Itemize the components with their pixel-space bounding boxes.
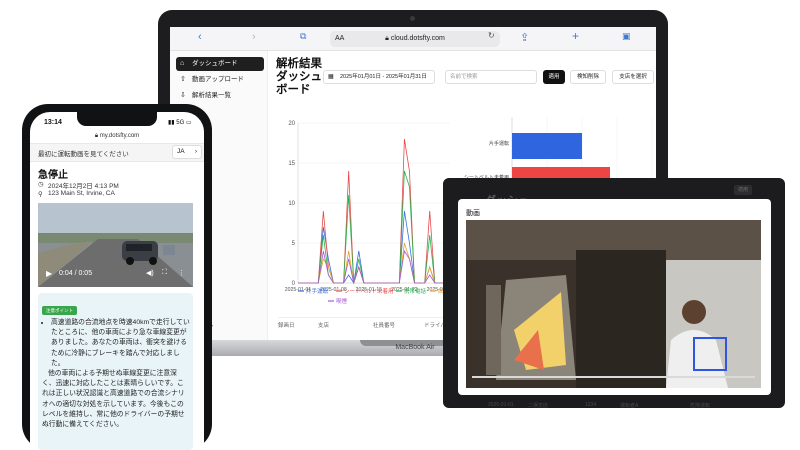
bar	[512, 133, 582, 159]
date-range-text: 2025年01月01日 - 2025年01月31日	[340, 74, 427, 80]
camera-dot	[410, 16, 415, 21]
legend-label: 喫煙	[336, 297, 348, 305]
phone-notch	[77, 112, 157, 126]
home-icon: ⌂	[180, 60, 185, 67]
forward-icon[interactable]: ›	[252, 31, 256, 43]
title-line: ボード	[276, 84, 311, 96]
calendar-icon: ▦	[328, 74, 334, 80]
back-icon[interactable]: ‹	[198, 31, 202, 43]
cab-camera-frame	[466, 220, 761, 388]
legend-label: シートベルト未着用	[344, 287, 394, 295]
background-table-cell: 二俣支店	[528, 403, 549, 409]
table-header-cell: 支店	[318, 323, 330, 329]
event-address-text: 123 Main St, Irvine, CA	[48, 190, 115, 197]
date-range-picker[interactable]: ▦ 2025年01月01日 - 2025年01月31日	[323, 70, 435, 84]
banner-text: 最初に運転動画を見てください	[38, 151, 129, 158]
apply-button[interactable]: 適用	[543, 70, 565, 84]
play-icon[interactable]: ▶	[46, 269, 52, 278]
note-bullet: 高速道路の合流地点を時速40kmで走行していたところに、他の車両により急な車線変…	[51, 318, 190, 369]
background-table-cell: 運転者A	[620, 403, 639, 409]
y-tick-label: 15	[288, 161, 295, 167]
sidebar-item-results[interactable]: ⇩ 解析結果一覧	[176, 89, 264, 103]
book-icon[interactable]: ⧉	[300, 31, 306, 42]
network-label: 5G	[176, 120, 185, 126]
sidebar-item-upload[interactable]: ⇧ 動画アップロード	[176, 73, 264, 87]
signal-icon: ▮▮	[168, 120, 175, 126]
video-time: 0:04 / 0:05	[59, 270, 93, 277]
event-datetime: ◷ 2024年12月2日 4:13 PM	[38, 180, 119, 190]
battery-icon: ▭	[185, 120, 192, 126]
chevron-right-icon: ›	[194, 148, 197, 155]
background-table-cell: 危険運転	[690, 403, 711, 409]
legend-label: 片手運転	[306, 287, 329, 295]
location-pin-icon: ⚲	[38, 191, 43, 198]
event-datetime-text: 2024年12月2日 4:13 PM	[48, 183, 119, 190]
text-size-button[interactable]: AA	[335, 31, 344, 47]
new-tab-icon[interactable]: +	[572, 29, 579, 43]
phone-address-bar[interactable]: 🔒︎ my.dotsfty.com	[30, 130, 204, 142]
volume-icon[interactable]: ◀)	[146, 269, 154, 277]
video-controls: ▶ 0:04 / 0:05 ◀) ⛶ ⋮	[38, 265, 193, 287]
sidebar-item-dashboard[interactable]: ⌂ ダッシュボード	[176, 57, 264, 71]
name-search-input[interactable]: 名前で検索	[445, 70, 537, 84]
background-button-ghost: 適用	[734, 185, 752, 195]
category-label: 片手運転	[489, 140, 509, 147]
event-location: ⚲ 123 Main St, Irvine, CA	[38, 190, 115, 198]
language-select[interactable]: JA ›	[172, 145, 202, 159]
clear-detection-button[interactable]: 検知削除	[570, 70, 606, 84]
table-header-cell: 社員番号	[373, 323, 396, 329]
more-options-icon[interactable]: ⋮	[178, 269, 185, 277]
y-tick-label: 5	[292, 241, 296, 247]
modal-title: 動画	[466, 210, 480, 217]
fullscreen-icon[interactable]: ⛶	[162, 269, 167, 277]
reload-icon[interactable]: ↻	[488, 31, 495, 40]
browser-toolbar: ‹ › ⧉ 🔒︎ cloud.dotsfty.com AA ↻ ⇪ + ▣	[170, 27, 656, 51]
y-tick-label: 20	[288, 121, 295, 127]
address-url: cloud.dotsfty.com	[390, 35, 445, 42]
cab-camera-video[interactable]	[466, 220, 761, 388]
background-table-cell: 1234	[585, 402, 597, 408]
event-title: 急停止	[38, 170, 68, 181]
note-badge: 注意ポイント	[42, 306, 77, 315]
store-select-button[interactable]: 支店を選択	[612, 70, 654, 84]
language-label: JA	[177, 148, 185, 155]
background-table-cell: 2025-01-01	[488, 402, 514, 408]
legend-label: 携帯電話	[404, 287, 427, 295]
address-bar[interactable]: 🔒︎ cloud.dotsfty.com	[330, 31, 500, 47]
tabs-icon[interactable]: ▣	[622, 31, 631, 42]
lock-icon: 🔒︎	[94, 133, 99, 139]
status-time: 13:14	[44, 119, 62, 126]
y-tick-label: 10	[288, 201, 295, 207]
sidebar-item-label: 動画アップロード	[192, 76, 244, 83]
sidebar-item-label: 解析結果一覧	[192, 92, 231, 99]
note-paragraph: 他の車両による予期せぬ車線変更に注意深く、迅速に対応したことは素晴らしいです。こ…	[42, 370, 185, 429]
lock-icon: 🔒︎	[385, 35, 389, 42]
status-signal: ▮▮ 5G ▭	[168, 119, 192, 126]
line-chart: 051015202025-01-01 2025-01-08 2025-01-15 20…	[285, 121, 454, 305]
download-icon: ⇩	[180, 92, 186, 99]
upload-icon: ⇧	[180, 76, 186, 83]
clock-icon: ◷	[38, 181, 44, 188]
sidebar-item-label: ダッシュボード	[192, 60, 238, 67]
note-text: 高速道路の合流地点を時速40kmで走行していたところに、他の車両により急な車線変…	[42, 318, 190, 430]
table-header-cell: 録画日	[278, 323, 295, 329]
phone-url-text: my.dotsfty.com	[99, 133, 140, 139]
share-icon[interactable]: ⇪	[520, 31, 529, 44]
